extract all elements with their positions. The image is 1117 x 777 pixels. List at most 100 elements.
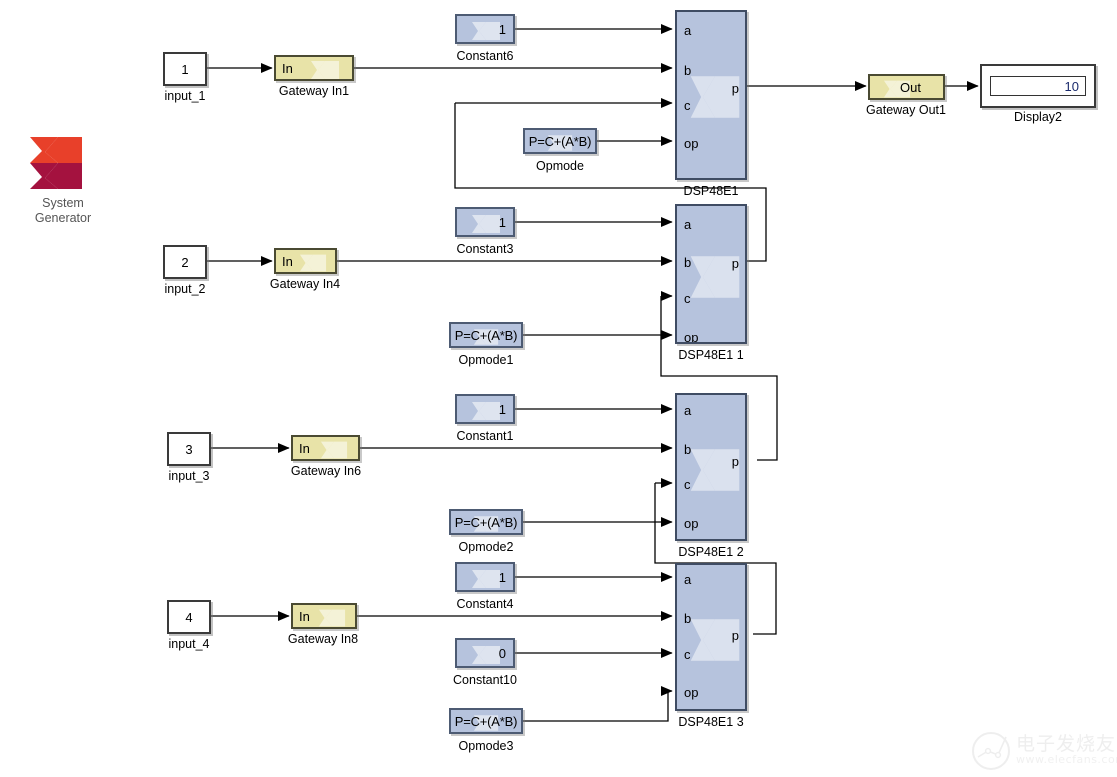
- dsp48e1-3-port-a: a: [684, 572, 692, 587]
- opmode-label: Opmode: [536, 159, 584, 173]
- gateway-in-1[interactable]: In: [274, 55, 354, 81]
- sysgen-label-line2: Generator: [34, 211, 92, 225]
- opmode-block-opmode3[interactable]: P=C+(A*B): [449, 708, 523, 734]
- constant10-label: Constant10: [453, 673, 517, 687]
- xilinx-mark-icon: [472, 215, 500, 233]
- dsp48e1-3-label: DSP48E1 3: [678, 715, 744, 729]
- dsp48e1-1-port-c: c: [684, 291, 691, 306]
- dsp48e1-3-port-c: c: [684, 647, 691, 662]
- dsp48e1-1-port-p: p: [731, 256, 739, 271]
- gateway-in-1-text: In: [282, 60, 293, 76]
- dsp48e1-2-port-c: c: [684, 477, 691, 492]
- constant6-value: 1: [498, 21, 506, 37]
- constant-block-constant4[interactable]: 1: [455, 562, 515, 592]
- dsp48e1-3-port-op: op: [684, 685, 699, 700]
- simulink-canvas: System Generator 1 input_1 In Gateway In…: [0, 0, 1117, 777]
- dsp48e1-1-label: DSP48E1 1: [678, 348, 744, 362]
- watermark-text: 电子发烧友: [1016, 733, 1117, 755]
- dsp48e1-2-port-op: op: [684, 516, 699, 531]
- source-block-input-4[interactable]: 4: [167, 600, 211, 634]
- constant6-label: Constant6: [456, 49, 514, 63]
- xilinx-mark-icon: [472, 570, 500, 588]
- constant4-value: 1: [498, 569, 506, 585]
- gateway-out-1-text: Out: [900, 79, 921, 95]
- constant-block-constant6[interactable]: 1: [455, 14, 515, 44]
- watermark-url: www.elecfans.com: [1016, 753, 1117, 766]
- source-value: 1: [181, 61, 189, 77]
- dsp48e1-2-port-p: p: [731, 454, 739, 469]
- dsp48e1-3-port-p: p: [731, 628, 739, 643]
- gateway-in-6[interactable]: In: [291, 435, 360, 461]
- dsp48e1-2-port-b: b: [684, 442, 692, 457]
- gateway-in-6-label: Gateway In6: [290, 464, 362, 478]
- xilinx-mark-icon: [472, 402, 500, 420]
- dsp48e1-0-port-c: c: [684, 98, 691, 113]
- source-label-input-3: input_3: [168, 469, 210, 483]
- constant3-label: Constant3: [456, 242, 514, 256]
- xilinx-mark-icon: [311, 61, 339, 79]
- gateway-out-1-label: Gateway Out1: [866, 103, 946, 117]
- dsp48e1-2-label: DSP48E1 2: [678, 545, 744, 559]
- constant1-label: Constant1: [456, 429, 514, 443]
- source-block-input-2[interactable]: 2: [163, 245, 207, 279]
- site-watermark: 电子发烧友 www.elecfans.com: [968, 723, 1117, 773]
- dsp48e1-1-port-a: a: [684, 217, 692, 232]
- xilinx-logo-icon: [30, 137, 82, 189]
- constant-block-constant10[interactable]: 0: [455, 638, 515, 668]
- source-block-input-3[interactable]: 3: [167, 432, 211, 466]
- gateway-in-1-label: Gateway In1: [278, 84, 350, 98]
- dsp48e1-block-1[interactable]: a b c op p: [675, 204, 747, 344]
- source-label-input-4: input_4: [168, 637, 210, 651]
- watermark-circle-icon: [972, 732, 1010, 770]
- dsp48e1-0-port-p: p: [731, 81, 739, 96]
- opmode3-label: Opmode3: [458, 739, 514, 753]
- opmode2-value: P=C+(A*B): [454, 514, 518, 530]
- dsp48e1-3-port-b: b: [684, 611, 692, 626]
- constant10-value: 0: [498, 645, 506, 661]
- display2-value: 10: [990, 76, 1086, 96]
- xilinx-mark-icon: [472, 646, 500, 664]
- opmode3-value: P=C+(A*B): [454, 713, 518, 729]
- display2-label: Display2: [1014, 110, 1062, 124]
- opmode1-label: Opmode1: [458, 353, 514, 367]
- source-block-input-1[interactable]: 1: [163, 52, 207, 86]
- gateway-in-8[interactable]: In: [291, 603, 357, 629]
- constant-block-constant1[interactable]: 1: [455, 394, 515, 424]
- xilinx-mark-icon: [472, 22, 500, 40]
- gateway-in-4-label: Gateway In4: [269, 277, 341, 291]
- opmode-value: P=C+(A*B): [528, 133, 592, 149]
- constant-block-constant3[interactable]: 1: [455, 207, 515, 237]
- opmode-block-opmode2[interactable]: P=C+(A*B): [449, 509, 523, 535]
- source-value: 3: [185, 441, 193, 457]
- opmode-block-opmode1[interactable]: P=C+(A*B): [449, 322, 523, 348]
- dsp48e1-block-2[interactable]: a b c op p: [675, 393, 747, 541]
- gateway-in-8-label: Gateway In8: [287, 632, 359, 646]
- opmode-block-opmode[interactable]: P=C+(A*B): [523, 128, 597, 154]
- dsp48e1-0-port-a: a: [684, 23, 692, 38]
- gateway-out-1[interactable]: Out: [868, 74, 945, 100]
- constant4-label: Constant4: [456, 597, 514, 611]
- gateway-in-6-text: In: [299, 440, 310, 456]
- dsp48e1-0-port-b: b: [684, 63, 692, 78]
- xilinx-mark-icon: [318, 609, 346, 627]
- constant3-value: 1: [498, 214, 506, 230]
- gateway-in-4[interactable]: In: [274, 248, 337, 274]
- dsp48e1-block-0[interactable]: a b c op p: [675, 10, 747, 180]
- sysgen-label-line1: System: [42, 196, 84, 210]
- source-value: 4: [185, 609, 193, 625]
- source-value: 2: [181, 254, 189, 270]
- opmode1-value: P=C+(A*B): [454, 327, 518, 343]
- system-generator-logo[interactable]: System Generator: [28, 133, 91, 225]
- dsp48e1-block-3[interactable]: a b c op p: [675, 563, 747, 711]
- xilinx-mark-icon: [320, 441, 348, 459]
- dsp48e1-0-label: DSP48E1: [683, 184, 739, 198]
- dsp48e1-0-port-op: op: [684, 136, 699, 151]
- display-block-display2[interactable]: 10: [980, 64, 1096, 108]
- dsp48e1-1-port-op: op: [684, 330, 699, 344]
- source-label-input-2: input_2: [164, 282, 206, 296]
- constant1-value: 1: [498, 401, 506, 417]
- gateway-in-4-text: In: [282, 253, 293, 269]
- opmode2-label: Opmode2: [458, 540, 514, 554]
- dsp48e1-1-port-b: b: [684, 255, 692, 270]
- gateway-in-8-text: In: [299, 608, 310, 624]
